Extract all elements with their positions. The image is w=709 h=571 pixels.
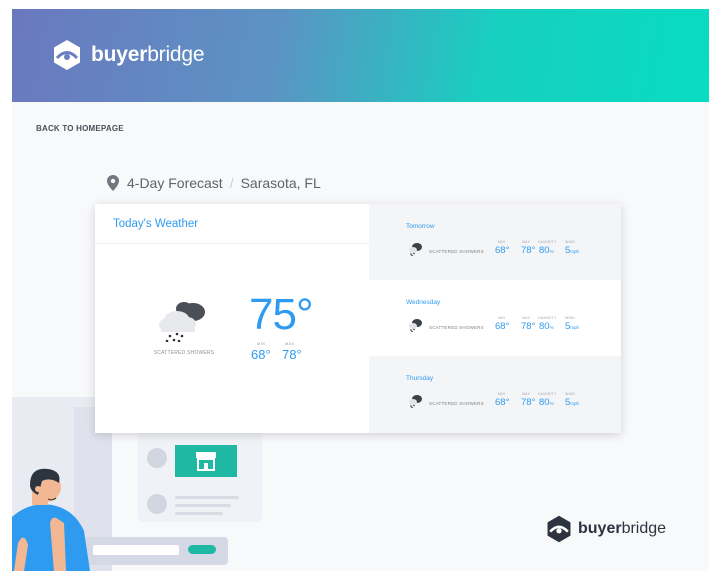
forecast-wind: 5mph bbox=[565, 245, 580, 256]
forecast-title: 4-Day Forecast bbox=[127, 175, 223, 191]
location-city: Sarasota, FL bbox=[240, 175, 321, 191]
today-condition: SCATTERED SHOWERS bbox=[153, 350, 215, 356]
back-to-homepage-link[interactable]: BACK TO HOMEPAGE bbox=[36, 124, 124, 133]
forecast-condition: SCATTERED SHOWERS bbox=[429, 249, 484, 254]
forecast-day-name: Tomorrow bbox=[406, 223, 435, 230]
header: buyerbridge bbox=[12, 9, 709, 102]
forecast-max-temp: 78° bbox=[521, 321, 536, 332]
min-label: MIN bbox=[498, 316, 506, 320]
forecast-day-wednesday[interactable]: Wednesday SCATTERED SHOWERS MIN MAX HUMIDITY… bbox=[369, 280, 621, 356]
forecast-max-temp: 78° bbox=[521, 397, 536, 408]
page-frame: buyerbridge BACK TO HOMEPAGE 4-Day Forec… bbox=[12, 9, 709, 571]
forecast-day-tomorrow[interactable]: Tomorrow SCATTERED SHOWERS MIN MAX HUMIDITY W… bbox=[369, 204, 621, 280]
placeholder-line bbox=[175, 504, 231, 507]
forecast-humidity: 80% bbox=[539, 321, 554, 332]
avatar bbox=[147, 494, 167, 514]
forecast-min-temp: 68° bbox=[495, 321, 510, 332]
forecast-humidity: 80% bbox=[539, 245, 554, 256]
forecast-condition: SCATTERED SHOWERS bbox=[429, 325, 484, 330]
forecast-min-temp: 68° bbox=[495, 397, 510, 408]
avatar bbox=[147, 448, 167, 468]
today-title: Today's Weather bbox=[113, 218, 199, 230]
min-label: MIN bbox=[498, 240, 506, 244]
forecast-day-thursday[interactable]: Thursday SCATTERED SHOWERS MIN MAX HUMIDITY W… bbox=[369, 356, 621, 433]
buyerbridge-logo-icon bbox=[54, 40, 80, 70]
brand-name: buyerbridge bbox=[91, 43, 205, 66]
scattered-showers-icon bbox=[409, 319, 422, 332]
footer-logo[interactable]: buyerbridge bbox=[544, 514, 666, 544]
buyerbridge-logo-icon bbox=[547, 515, 571, 543]
illustration-card bbox=[138, 432, 262, 522]
forecast-day-name: Thursday bbox=[406, 375, 434, 382]
scattered-showers-icon bbox=[409, 243, 422, 256]
footer-brand-name: buyerbridge bbox=[578, 520, 667, 537]
wind-label: WIND bbox=[565, 392, 576, 396]
forecast-min-temp: 68° bbox=[495, 245, 510, 256]
forecast-wind: 5mph bbox=[565, 397, 580, 408]
forecast-humidity: 80% bbox=[539, 397, 554, 408]
max-label: MAX bbox=[522, 392, 531, 396]
forecast-max-temp: 78° bbox=[521, 245, 536, 256]
forecast-day-name: Wednesday bbox=[406, 299, 441, 306]
breadcrumb-separator: / bbox=[229, 175, 234, 191]
humidity-label: HUMIDITY bbox=[538, 392, 557, 396]
scattered-showers-icon bbox=[409, 395, 422, 408]
storefront-icon bbox=[175, 445, 237, 477]
humidity-label: HUMIDITY bbox=[538, 240, 557, 244]
min-label: MIN bbox=[498, 392, 506, 396]
today-min-temp: 68° bbox=[251, 347, 271, 362]
max-label: MAX bbox=[522, 240, 531, 244]
max-label: MAX bbox=[522, 316, 531, 320]
location-pin-icon bbox=[107, 175, 119, 191]
placeholder-line bbox=[175, 512, 223, 515]
forecast-condition: SCATTERED SHOWERS bbox=[429, 401, 484, 406]
wind-label: WIND bbox=[565, 316, 576, 320]
placeholder-line bbox=[175, 496, 239, 499]
scattered-showers-icon bbox=[159, 302, 205, 342]
humidity-label: HUMIDITY bbox=[538, 316, 557, 320]
forecast-list: Tomorrow SCATTERED SHOWERS MIN MAX HUMIDITY W… bbox=[369, 204, 621, 433]
person-illustration-icon bbox=[12, 468, 90, 571]
today-max-label: MAX bbox=[285, 341, 295, 346]
wind-label: WIND bbox=[565, 240, 576, 244]
illustration-button bbox=[188, 545, 216, 554]
breadcrumb: 4-Day Forecast / Sarasota, FL bbox=[107, 175, 321, 191]
today-max-temp: 78° bbox=[282, 347, 302, 362]
forecast-wind: 5mph bbox=[565, 321, 580, 332]
brand-logo[interactable]: buyerbridge bbox=[50, 38, 205, 72]
today-title-row: Today's Weather bbox=[95, 204, 369, 244]
weather-card: Today's Weather SCATTERED SHOWERS 75° MI… bbox=[95, 204, 621, 433]
today-min-label: MIN bbox=[257, 341, 266, 346]
today-temperature: 75° bbox=[249, 290, 314, 339]
today-weather-panel: Today's Weather SCATTERED SHOWERS 75° MI… bbox=[95, 204, 369, 433]
